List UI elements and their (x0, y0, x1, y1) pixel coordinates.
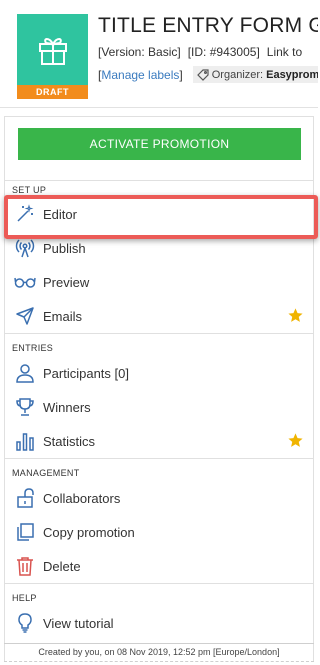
menu-item-view-tutorial-label: View tutorial (43, 615, 114, 631)
menu-item-copy-promotion-label: Copy promotion (43, 524, 135, 540)
section-management-label: MANAGEMENT (12, 468, 80, 478)
selected-item-highlight (4, 195, 318, 239)
trophy-icon (13, 396, 37, 418)
menu-item-delete[interactable]: Delete (5, 549, 313, 583)
star-icon (287, 307, 304, 329)
section-divider (5, 458, 313, 459)
version-label: [Version: Basic] (98, 45, 181, 59)
organizer-label: Organizer: (211, 68, 264, 81)
menu-item-preview-label: Preview (43, 274, 90, 290)
menu-item-preview[interactable]: Preview (5, 265, 313, 299)
star-icon (287, 432, 304, 454)
promotion-header: DRAFT TITLE ENTRY FORM GIVEAWAY [Version… (0, 0, 318, 108)
lightbulb-icon (13, 612, 37, 634)
menu-item-statistics-label: Statistics (43, 433, 96, 449)
lock-icon (13, 487, 37, 509)
menu-item-collaborators-label: Collaborators (43, 490, 121, 506)
section-divider (5, 333, 313, 334)
section-setup-label: SET UP (12, 185, 47, 195)
promotion-title: TITLE ENTRY FORM GIVEAWAY (98, 14, 318, 37)
creation-info: Created by you, on 08 Nov 2019, 12:52 pm… (4, 643, 314, 661)
manage-labels-bracket-close: ] (179, 67, 183, 82)
promotion-id: [ID: #943005] (187, 45, 260, 59)
promotion-sidebar: ACTIVATE PROMOTION SET UP Editor Publish (4, 116, 318, 661)
menu-item-emails-label: Emails (43, 308, 83, 324)
menu-item-statistics[interactable]: Statistics (5, 424, 313, 458)
menu-item-collaborators[interactable]: Collaborators (5, 481, 313, 515)
user-icon (13, 362, 37, 384)
bar-chart-icon (13, 430, 37, 452)
footer-divider (4, 661, 314, 662)
menu-item-emails[interactable]: Emails (5, 299, 313, 333)
promotion-thumbnail: DRAFT (17, 14, 88, 99)
menu-item-winners-label: Winners (43, 399, 91, 415)
organizer-name: Easypromos (266, 68, 318, 81)
section-entries-label: ENTRIES (12, 343, 54, 353)
menu-item-publish-label: Publish (43, 240, 86, 256)
activate-promotion-button[interactable]: ACTIVATE PROMOTION (18, 128, 301, 160)
organizer-badge: Organizer:Easypromos (192, 66, 318, 83)
menu-item-copy-promotion[interactable]: Copy promotion (5, 515, 313, 549)
menu-item-delete-label: Delete (43, 558, 81, 574)
menu-item-participants[interactable]: Participants [0] (5, 356, 313, 390)
broadcast-icon (13, 237, 37, 259)
menu-item-participants-label: Participants [0] (43, 365, 129, 381)
trash-icon (13, 555, 37, 577)
menu-item-winners[interactable]: Winners (5, 390, 313, 424)
gift-icon (38, 37, 67, 65)
glasses-icon (13, 271, 37, 293)
section-help-label: HELP (12, 593, 37, 603)
tag-icon (196, 68, 209, 81)
draft-badge: DRAFT (17, 85, 88, 99)
copy-icon (13, 521, 37, 543)
section-divider (5, 583, 313, 584)
activate-section: ACTIVATE PROMOTION (5, 117, 313, 181)
promotion-labels-row: [Manage labels] Organizer:Easypromos (98, 66, 318, 83)
link-to[interactable]: Link to (267, 45, 302, 59)
thumbnail-box (17, 14, 88, 85)
promotion-meta: [Version: Basic] [ID: #943005] Link to (98, 45, 318, 59)
menu-item-view-tutorial[interactable]: View tutorial (5, 606, 313, 640)
paper-plane-icon (13, 305, 37, 327)
manage-labels-link[interactable]: Manage labels (101, 68, 179, 82)
